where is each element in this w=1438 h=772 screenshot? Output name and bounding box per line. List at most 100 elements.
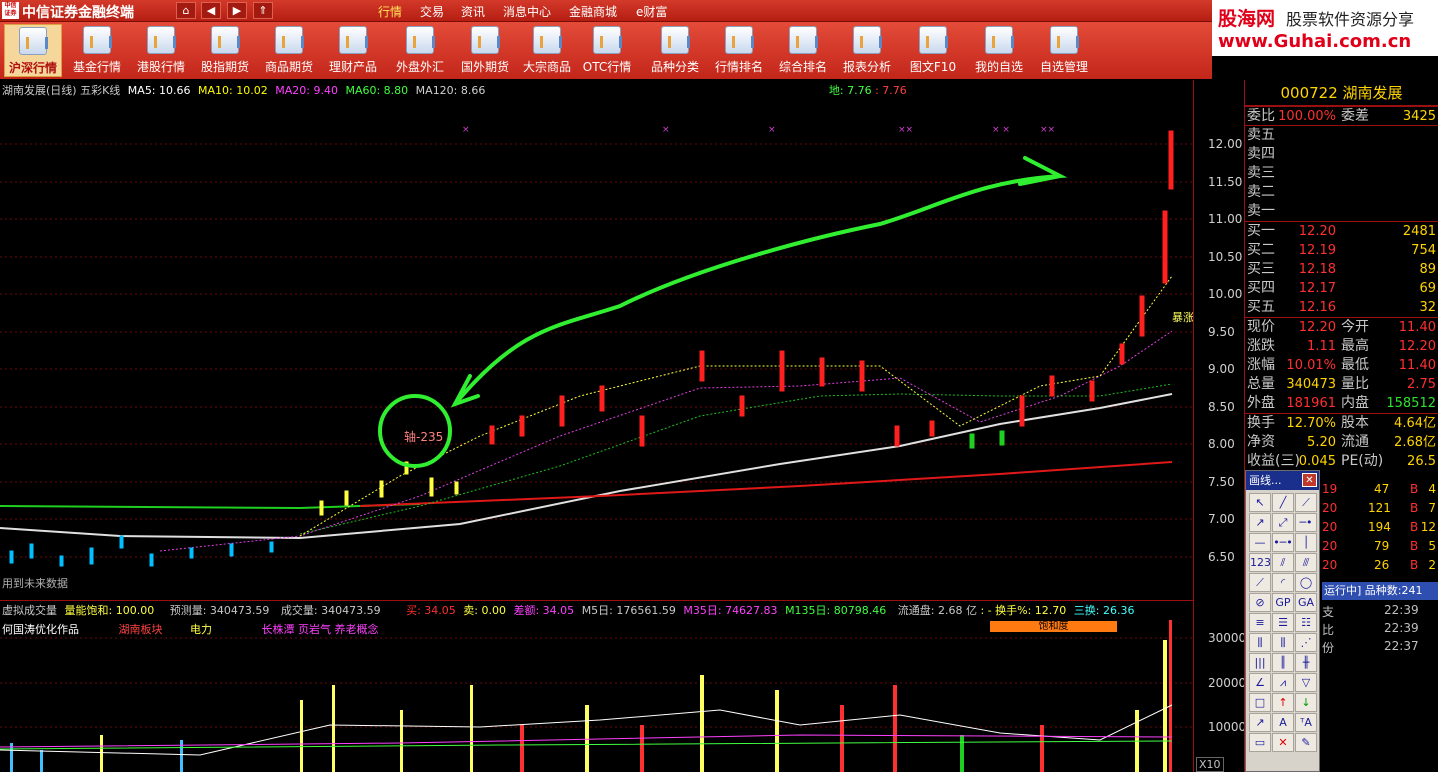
home-icon[interactable]: ⌂ — [176, 2, 196, 19]
menu-hangqing[interactable]: 行情 — [378, 3, 402, 20]
buy-3: 买三 12.18 89 — [1247, 261, 1436, 277]
chart-icon — [83, 26, 112, 54]
fan-tool-icon[interactable]: ⟋ — [1249, 573, 1271, 592]
ray-tool-icon[interactable]: ⟋ — [1295, 493, 1317, 512]
triangle-tool-icon[interactable]: ▽ — [1295, 673, 1317, 692]
eraser-tool-icon[interactable]: ▭ — [1249, 733, 1271, 752]
h-ray-tool-icon[interactable]: ─• — [1295, 513, 1317, 532]
arrow-tool-icon[interactable]: ↗ — [1249, 713, 1271, 732]
future-data-warning: 用到未来数据 — [2, 577, 68, 590]
toolbar-foreign-futures[interactable]: 国外期货 — [456, 24, 514, 77]
vline-group-tool-icon[interactable]: ||| — [1249, 653, 1271, 672]
time-row: 份 22:37 — [1322, 639, 1419, 655]
toolbar-report[interactable]: 报表分析 — [838, 24, 896, 77]
y-tick: 8.50 — [1208, 400, 1235, 414]
trade-row: 20 26 B 2 — [1322, 558, 1436, 572]
y-tick: 8.00 — [1208, 437, 1235, 451]
hand-drawn-arrow — [453, 156, 1068, 406]
toolbar-category[interactable]: 品种分类 — [646, 24, 704, 77]
zoom-x10-button[interactable]: X10 — [1196, 757, 1224, 772]
menu-ecaifu[interactable]: e财富 — [636, 3, 667, 20]
trade-row: 20 79 B 5 — [1322, 539, 1436, 553]
vline-group2-tool-icon[interactable]: ║ — [1272, 653, 1294, 672]
ga-tool-icon[interactable]: GA — [1295, 593, 1317, 612]
forward-icon[interactable]: ▶ — [227, 2, 247, 19]
h-segment-tool-icon[interactable]: •─• — [1272, 533, 1294, 552]
segment-tool-icon[interactable]: ⤢ — [1272, 513, 1294, 532]
v-line-tool-icon[interactable]: │ — [1295, 533, 1317, 552]
vol-tick: 30000 — [1208, 631, 1247, 645]
hide-tool-icon[interactable]: ✎ — [1295, 733, 1317, 752]
wedge-tool-icon[interactable]: ⋰ — [1295, 633, 1317, 652]
svg-text:×: × — [462, 125, 470, 135]
down-arrow-tool-icon[interactable]: ↓ — [1295, 693, 1317, 712]
time-row: 比 22:39 — [1322, 621, 1419, 637]
rectangle-tool-icon[interactable]: □ — [1249, 693, 1271, 712]
close-icon[interactable]: ✕ — [1302, 473, 1317, 487]
toolbar-ranking[interactable]: 行情排名 — [710, 24, 768, 77]
gp-tool-icon[interactable]: GP — [1272, 593, 1294, 612]
toolbar-hk[interactable]: 港股行情 — [132, 24, 190, 77]
parallel-tool-icon[interactable]: ⫽ — [1272, 553, 1294, 572]
kline-chart[interactable]: × × × ×× × × ×× — [0, 96, 1193, 601]
volume-chart[interactable] — [0, 615, 1193, 772]
toolbar-f10[interactable]: 图文F10 — [904, 24, 962, 77]
menu-finance-mall[interactable]: 金融商城 — [569, 3, 617, 20]
toolbar-watchlist-manage[interactable]: 自选管理 — [1034, 24, 1094, 77]
y-tick: 12.00 — [1208, 137, 1243, 151]
h-line-tool-icon[interactable]: — — [1249, 533, 1271, 552]
arrow-line-tool-icon[interactable]: ↗ — [1249, 513, 1271, 532]
pointer-tool-icon[interactable]: ↖ — [1249, 493, 1271, 512]
axis-annotation-label: 轴-235 — [404, 430, 444, 444]
menu-jiaoyi[interactable]: 交易 — [420, 3, 444, 20]
toolbar-composite-ranking[interactable]: 综合排名 — [774, 24, 832, 77]
delete-tool-icon[interactable]: ✕ — [1272, 733, 1294, 752]
time-row: 支 22:39 — [1322, 603, 1419, 619]
bars-icon — [789, 26, 818, 54]
collapse-up-icon[interactable]: ⇑ — [253, 2, 273, 19]
band-tool-icon[interactable]: ☷ — [1295, 613, 1317, 632]
toolbar-hushen[interactable]: 沪深行情 — [4, 24, 62, 77]
toolbar-fund[interactable]: 基金行情 — [68, 24, 126, 77]
toolbar-commodity-futures[interactable]: 商品期货 — [260, 24, 318, 77]
percent-tool-icon[interactable]: ☰ — [1272, 613, 1294, 632]
text-tool-icon[interactable]: A — [1272, 713, 1294, 732]
toolbar-index-futures[interactable]: 股指期货 — [196, 24, 254, 77]
bars-icon — [725, 26, 754, 54]
sell-1: 卖一 — [1247, 203, 1275, 219]
fib-time-tool-icon[interactable]: ⫼ — [1272, 633, 1294, 652]
sell-5: 卖五 — [1247, 127, 1275, 143]
drawing-tool-window[interactable]: 画线... ✕ ↖ ╱ ⟋ ↗ ⤢ ─• — •─• │ 123 ⫽ ⫻ ⟋ ◜… — [1245, 470, 1320, 772]
toolbar-wealth[interactable]: 理财产品 — [324, 24, 382, 77]
arc-tool-icon[interactable]: ◜ — [1272, 573, 1294, 592]
surge-label: 暴涨 — [1172, 311, 1194, 324]
golden-split-tool-icon[interactable]: ≡ — [1249, 613, 1271, 632]
line-tool-icon[interactable]: ╱ — [1272, 493, 1294, 512]
angle-fan-tool-icon[interactable]: ⩘ — [1272, 673, 1294, 692]
text-style-tool-icon[interactable]: ᵀA — [1295, 713, 1317, 732]
toolbar-otc[interactable]: OTC行情 — [580, 24, 634, 77]
cycle-tool-icon[interactable]: ⫼ — [1249, 633, 1271, 652]
gann-tool-icon[interactable]: ⊘ — [1249, 593, 1271, 612]
app-logo: 中信证券 — [2, 2, 19, 19]
brand-name: 股海网 — [1218, 8, 1276, 30]
channel-tool-icon[interactable]: ⫻ — [1295, 553, 1317, 572]
menu-message-center[interactable]: 消息中心 — [503, 3, 551, 20]
wave-count-tool-icon[interactable]: 123 — [1249, 553, 1271, 572]
toolbar-forex[interactable]: 外盘外汇 — [388, 24, 452, 77]
sell-2: 卖二 — [1247, 184, 1275, 200]
toolbar-bulk[interactable]: 大宗商品 — [518, 24, 576, 77]
toolbar-my-watchlist[interactable]: 我的自选 — [970, 24, 1028, 77]
vline-group3-tool-icon[interactable]: ╫ — [1295, 653, 1317, 672]
back-icon[interactable]: ◀ — [201, 2, 221, 19]
sell-3: 卖三 — [1247, 165, 1275, 181]
speed-line-tool-icon[interactable]: ∠ — [1249, 673, 1271, 692]
menu-zixun[interactable]: 资讯 — [461, 3, 485, 20]
svg-text:×: × — [768, 125, 776, 135]
vol-tick: 20000 — [1208, 676, 1247, 690]
coins-icon — [275, 26, 304, 54]
y-tick: 10.00 — [1208, 287, 1243, 301]
panel-divider — [0, 600, 1193, 601]
circle-tool-icon[interactable]: ◯ — [1295, 573, 1317, 592]
up-arrow-tool-icon[interactable]: ↑ — [1272, 693, 1294, 712]
